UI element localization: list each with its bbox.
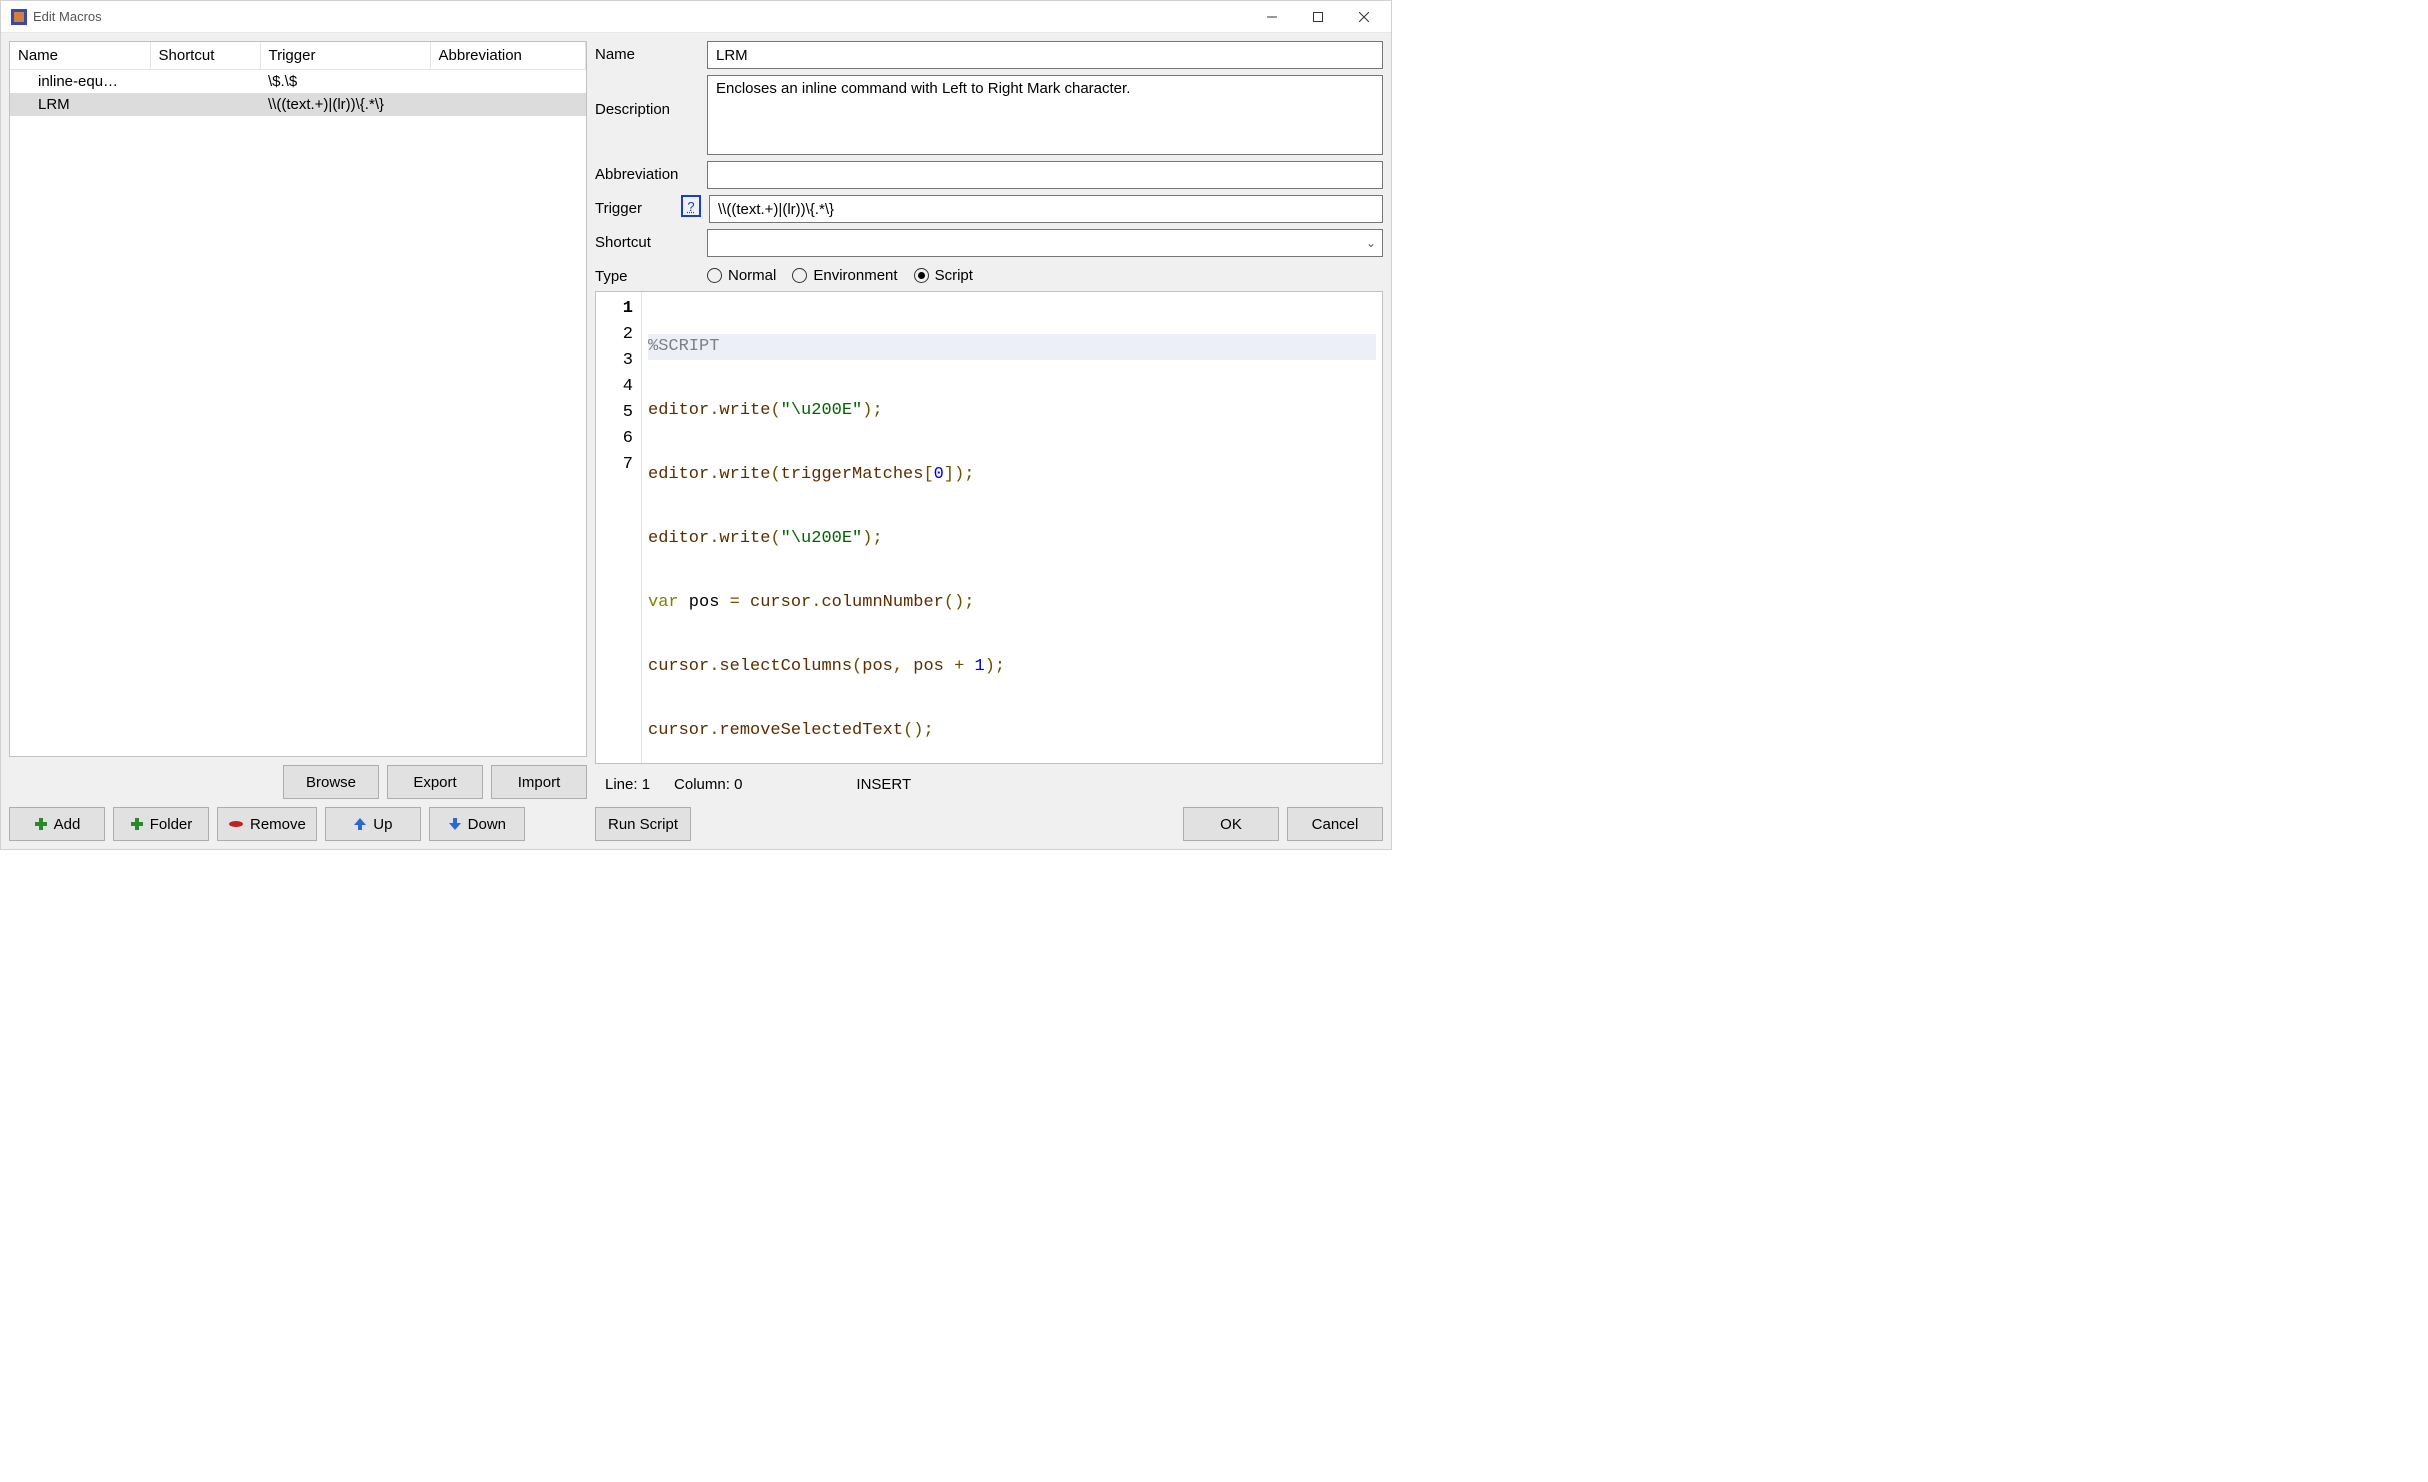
import-button[interactable]: Import: [491, 765, 587, 799]
arrow-up-icon: [353, 817, 367, 831]
abbreviation-label: Abbreviation: [595, 161, 699, 183]
radio-icon: [914, 268, 929, 283]
type-normal-radio[interactable]: Normal: [707, 267, 776, 284]
editor-status: Line: 1 Column: 0 INSERT: [595, 770, 1383, 793]
type-script-radio[interactable]: Script: [914, 267, 973, 284]
cancel-button[interactable]: Cancel: [1287, 807, 1383, 841]
plus-icon: [130, 817, 144, 831]
shortcut-select[interactable]: ⌄: [707, 229, 1383, 257]
trigger-label: Trigger: [595, 195, 673, 217]
shortcut-label: Shortcut: [595, 229, 699, 251]
table-row[interactable]: inline-equ… \$.\$: [10, 70, 586, 94]
trigger-help-icon[interactable]: ?: [681, 195, 701, 217]
col-name[interactable]: Name: [10, 42, 150, 70]
down-button[interactable]: Down: [429, 807, 525, 841]
window-title: Edit Macros: [33, 9, 1249, 24]
name-input[interactable]: [707, 41, 1383, 69]
trigger-input[interactable]: [709, 195, 1383, 223]
up-button[interactable]: Up: [325, 807, 421, 841]
description-label: Description: [595, 75, 699, 118]
type-environment-radio[interactable]: Environment: [792, 267, 897, 284]
ok-button[interactable]: OK: [1183, 807, 1279, 841]
description-input[interactable]: Encloses an inline command with Left to …: [707, 75, 1383, 155]
script-editor[interactable]: 1 2 3 4 5 6 7 %SCRIPT editor.write("\u20…: [595, 291, 1383, 764]
maximize-button[interactable]: [1295, 2, 1341, 32]
abbreviation-input[interactable]: [707, 161, 1383, 189]
col-shortcut[interactable]: Shortcut: [150, 42, 260, 70]
editor-code[interactable]: %SCRIPT editor.write("\u200E"); editor.w…: [642, 292, 1382, 763]
col-abbreviation[interactable]: Abbreviation: [430, 42, 586, 70]
browse-button[interactable]: Browse: [283, 765, 379, 799]
table-row[interactable]: LRM \\((text.+)|(lr))\{.*\}: [10, 93, 586, 116]
macros-table[interactable]: Name Shortcut Trigger Abbreviation inlin…: [9, 41, 587, 757]
radio-icon: [792, 268, 807, 283]
arrow-down-icon: [448, 817, 462, 831]
editor-gutter: 1 2 3 4 5 6 7: [596, 292, 642, 763]
col-trigger[interactable]: Trigger: [260, 42, 430, 70]
remove-button[interactable]: Remove: [217, 807, 317, 841]
name-label: Name: [595, 41, 699, 63]
minimize-button[interactable]: [1249, 2, 1295, 32]
folder-button[interactable]: Folder: [113, 807, 209, 841]
titlebar: Edit Macros: [1, 1, 1391, 33]
status-column: Column: 0: [674, 776, 742, 793]
type-label: Type: [595, 263, 699, 285]
plus-icon: [34, 817, 48, 831]
app-icon: [11, 9, 27, 25]
run-script-button[interactable]: Run Script: [595, 807, 691, 841]
chevron-down-icon: ⌄: [1366, 236, 1376, 250]
minus-icon: [228, 820, 244, 828]
status-line: Line: 1: [605, 776, 650, 793]
add-button[interactable]: Add: [9, 807, 105, 841]
status-mode: INSERT: [856, 776, 911, 793]
radio-icon: [707, 268, 722, 283]
close-button[interactable]: [1341, 2, 1387, 32]
export-button[interactable]: Export: [387, 765, 483, 799]
